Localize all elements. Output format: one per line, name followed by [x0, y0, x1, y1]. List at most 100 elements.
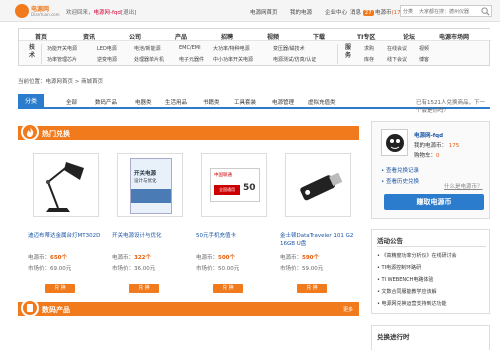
sub-nav-link[interactable]: 电子元器件 — [179, 56, 204, 63]
nav-company[interactable]: 公司 — [129, 32, 141, 41]
home-link[interactable]: 电源网首页 — [250, 8, 278, 16]
tab-power-mgmt[interactable]: 电源管理 — [272, 98, 294, 106]
search-category-select[interactable]: 分类 — [403, 8, 413, 15]
search-input[interactable] — [419, 7, 481, 16]
service-link[interactable]: 求购 — [364, 45, 374, 52]
earn-coins-button[interactable]: 赚取电源币 — [384, 194, 484, 210]
notice-item[interactable]: • TI电源控制环路研 — [377, 264, 421, 271]
site-logo-icon[interactable] — [15, 4, 29, 18]
logout-link[interactable]: [退出] — [121, 10, 136, 16]
exchange-button[interactable]: 兑 换 — [297, 284, 327, 293]
tab-daily[interactable]: 生活用品 — [165, 98, 187, 106]
nav-news[interactable]: 资讯 — [83, 32, 95, 41]
exchange-button[interactable]: 兑 换 — [45, 284, 75, 293]
nav-market[interactable]: 电源市场网 — [439, 32, 469, 41]
coin-price-label: 电源币： — [196, 255, 219, 261]
market-price-label: 市场价： — [28, 266, 51, 272]
market-price-value: 50.00元 — [218, 266, 240, 272]
market-price-label: 市场价： — [196, 266, 219, 272]
flame-icon — [21, 123, 39, 141]
primary-nav: 首页 资讯 公司 产品 招聘 视频 下载 TI专区 论坛 电源市场网 — [19, 29, 491, 41]
tech-label: 技术 — [28, 44, 35, 59]
tab-digital[interactable]: 数码产品 — [95, 98, 117, 106]
tab-all[interactable]: 全部 — [66, 98, 77, 106]
my-power-link[interactable]: 我的电源 — [290, 8, 312, 16]
sub-nav-link[interactable]: 处理器单片机 — [134, 56, 164, 63]
nav-jobs[interactable]: 招聘 — [221, 32, 233, 41]
sub-nav-link[interactable]: 中小功率开关电源 — [213, 56, 253, 63]
avatar[interactable] — [381, 129, 408, 156]
phone-card-image[interactable]: 中国联通 全国通用 50 — [201, 153, 267, 217]
nav-products[interactable]: 产品 — [175, 32, 187, 41]
panel-username[interactable]: 电源网-fqd — [414, 131, 443, 139]
logo-subtext: DianYuan.com — [31, 12, 60, 17]
notice-item[interactable]: • TI WEBENCH电路体验 — [377, 276, 433, 283]
market-price-value: 69.00元 — [50, 266, 72, 272]
tab-virtual[interactable]: 虚拟充值类 — [308, 98, 336, 106]
tab-tools[interactable]: 工具套装 — [234, 98, 256, 106]
sub-nav-link[interactable]: 变压器/磁技术 — [273, 45, 305, 52]
recharge-card-icon: 中国联通 全国通用 50 — [210, 168, 260, 202]
coin-price-value: 500个 — [218, 255, 235, 261]
search-icon[interactable] — [481, 7, 490, 16]
service-link[interactable]: 在线会议 — [387, 45, 407, 52]
service-link[interactable]: 库存 — [364, 56, 374, 63]
panel-coins-label: 我的电源币： — [414, 143, 448, 149]
sub-nav-link[interactable]: 功能开关电源 — [47, 45, 77, 52]
service-link[interactable]: 博客 — [419, 56, 429, 63]
sub-nav-link[interactable]: 电池/新能源 — [134, 45, 161, 52]
product-title[interactable]: 金士顿DataTraveler 101 G2 16GB U盘 — [280, 232, 360, 248]
card-brand-text: 中国联通 — [214, 173, 232, 178]
nav-videos[interactable]: 视频 — [267, 32, 279, 41]
book-cover-image[interactable]: 开关电源 设计与优化 — [117, 153, 183, 217]
messages-link[interactable]: 消息 27 — [350, 8, 374, 16]
divider — [377, 246, 486, 247]
tab-appliances[interactable]: 电器类 — [135, 98, 152, 106]
notice-item[interactable]: • 《高精度功率分析仪》在线研讨会 — [377, 252, 457, 259]
nav-ti-zone[interactable]: TI专区 — [357, 32, 375, 41]
what-are-coins-link[interactable]: 什么是电源币？ — [444, 182, 483, 190]
enterprise-link[interactable]: 企业中心 — [325, 8, 347, 16]
product-card[interactable]: 迪迈布蒂达金属台灯MT302D 电源币：650个 市场价：69.00元 兑 换 — [28, 153, 104, 313]
product-card[interactable]: 金士顿DataTraveler 101 G2 16GB U盘 电源币：590个 … — [280, 153, 356, 313]
product-title[interactable]: 50元手机充值卡 — [196, 232, 276, 240]
book-band — [131, 189, 171, 203]
service-link[interactable]: 视频 — [419, 45, 429, 52]
coin-price-label: 电源币： — [280, 255, 303, 261]
panel-cart: 购物车：0 — [414, 151, 440, 159]
user-panel: 电源网-fqd 我的电源币： 175 购物车：0 • 查看兑换记录 • 查看历史… — [371, 121, 490, 219]
usb-drive-image[interactable] — [285, 153, 351, 217]
sub-nav-link[interactable]: 电源测试/仿真/认证 — [273, 56, 316, 63]
card-name-text: 全国通用 — [214, 185, 240, 195]
exchange-button[interactable]: 兑 换 — [129, 284, 159, 293]
service-link[interactable]: 线下会议 — [387, 56, 407, 63]
sub-nav-link[interactable]: EMC/EMI — [179, 45, 201, 51]
sub-nav-link[interactable]: LED电源 — [97, 45, 117, 52]
desk-lamp-image[interactable] — [33, 153, 99, 217]
nav-forum[interactable]: 论坛 — [403, 32, 415, 41]
username-link[interactable]: 电源网-fqd — [94, 10, 121, 16]
product-title[interactable]: 开关电源设计与优化 — [112, 232, 192, 240]
nav-home[interactable]: 首页 — [35, 32, 47, 41]
sub-nav-link[interactable]: 大功率/特种电源 — [213, 45, 250, 52]
history-exchange-link[interactable]: • 查看历史兑换 — [381, 177, 419, 185]
panel-coins: 我的电源币： 175 — [414, 141, 459, 149]
product-card[interactable]: 中国联通 全国通用 50 50元手机充值卡 电源币：500个 市场价：50.00… — [196, 153, 272, 313]
more-link[interactable]: 更多 — [343, 306, 353, 313]
tab-category[interactable]: 分类 — [18, 94, 44, 109]
notice-title: 活动公告 — [377, 237, 403, 245]
notice-item[interactable]: • 文数合同服能教学应该解 — [377, 288, 437, 295]
exchange-button[interactable]: 兑 换 — [213, 284, 243, 293]
coin-price-value: 650个 — [50, 255, 67, 261]
sub-nav-link[interactable]: 功率管理芯片 — [47, 56, 77, 63]
panel-cart-label: 购物车： — [414, 153, 437, 159]
product-card[interactable]: 开关电源 设计与优化 开关电源设计与优化 电源币：322个 市场价：36.00元… — [112, 153, 188, 313]
notice-item[interactable]: • 电源网兑换运营支持到达功能 — [377, 300, 447, 307]
tab-books[interactable]: 书籍类 — [203, 98, 220, 106]
digital-section-title: 数码产品 — [42, 306, 70, 314]
exchange-records-link[interactable]: • 查看兑换记录 — [381, 166, 419, 174]
product-title[interactable]: 迪迈布蒂达金属台灯MT302D — [28, 232, 108, 240]
panel-cart-value: 0 — [436, 153, 440, 159]
nav-downloads[interactable]: 下载 — [313, 32, 325, 41]
sub-nav-link[interactable]: 逆变电源 — [97, 56, 117, 63]
